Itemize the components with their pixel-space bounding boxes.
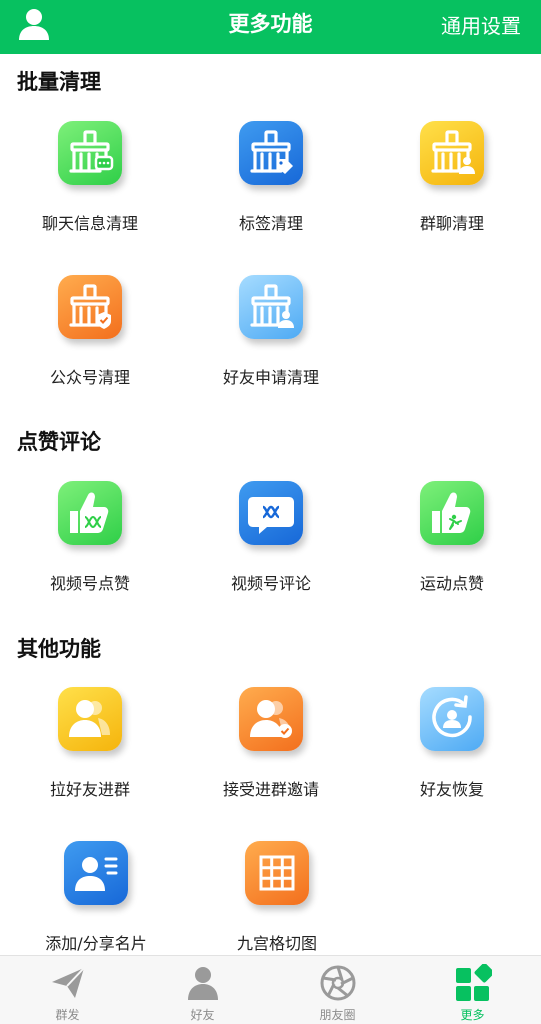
section-title-like-comment: 点赞评论	[17, 430, 101, 454]
broom-tag-icon	[239, 121, 303, 185]
tile-group-clean[interactable]: 群聊清理	[362, 121, 541, 261]
tile-label: 添加/分享名片	[45, 934, 147, 953]
broom-chat-icon	[58, 121, 122, 185]
more-grid-icon	[454, 962, 495, 1002]
nine-grid-icon	[245, 841, 309, 905]
broom-group-icon	[420, 121, 484, 185]
broom-official-account-icon	[58, 275, 122, 339]
tile-chat-clean[interactable]: 聊天信息清理	[0, 121, 180, 261]
tile-label: 聊天信息清理	[41, 214, 138, 233]
tile-channels-comment[interactable]: 视频号评论	[181, 481, 361, 621]
tile-label: 群聊清理	[419, 214, 484, 233]
tile-label: 拉好友进群	[49, 780, 130, 799]
accept-group-invite-icon	[239, 687, 303, 751]
tab-label: 好友	[190, 1008, 215, 1022]
tile-friend-restore[interactable]: 好友恢复	[362, 687, 541, 827]
section-title-other: 其他功能	[17, 637, 101, 661]
bottom-tab-bar: 群发 好友 朋友圈 更多	[0, 955, 541, 1024]
add-friends-to-group-icon	[58, 687, 122, 751]
tab-label: 更多	[460, 1008, 485, 1022]
section-title-batch-clean: 批量清理	[17, 70, 101, 94]
tab-label: 群发	[55, 1008, 80, 1022]
paper-plane-icon	[49, 964, 87, 1002]
person-icon	[184, 964, 222, 1002]
tab-broadcast[interactable]: 群发	[0, 956, 135, 1024]
tab-moments[interactable]: 朋友圈	[270, 956, 405, 1024]
tile-tag-clean[interactable]: 标签清理	[181, 121, 361, 261]
friend-restore-icon	[420, 687, 484, 751]
tile-label: 九宫格切图	[236, 934, 317, 953]
tile-label: 公众号清理	[49, 368, 130, 387]
thumbs-up-sport-icon	[420, 481, 484, 545]
tile-channels-like[interactable]: 视频号点赞	[0, 481, 180, 621]
tile-accept-group-invite[interactable]: 接受进群邀请	[181, 687, 361, 827]
broom-friend-request-icon	[239, 275, 303, 339]
tile-label: 运动点赞	[419, 574, 484, 593]
tile-label: 视频号点赞	[49, 574, 130, 593]
general-settings-button[interactable]: 通用设置	[441, 10, 521, 39]
comment-bubble-icon	[239, 481, 303, 545]
user-avatar-icon[interactable]	[16, 6, 52, 42]
contact-card-icon	[64, 841, 128, 905]
tile-official-account-clean[interactable]: 公众号清理	[0, 275, 180, 415]
top-bar: 更多功能 通用设置	[0, 0, 541, 54]
tab-label: 朋友圈	[319, 1008, 356, 1022]
tab-more[interactable]: 更多	[405, 956, 540, 1024]
tile-label: 视频号评论	[230, 574, 311, 593]
tile-friend-request-clean[interactable]: 好友申请清理	[181, 275, 361, 415]
tab-friends[interactable]: 好友	[135, 956, 270, 1024]
tile-label: 好友恢复	[419, 780, 484, 799]
aperture-icon	[319, 964, 357, 1002]
tile-label: 标签清理	[238, 214, 303, 233]
tile-label: 好友申请清理	[222, 368, 319, 387]
thumbs-up-channels-icon	[58, 481, 122, 545]
tile-label: 接受进群邀请	[222, 780, 319, 799]
tile-add-friends-to-group[interactable]: 拉好友进群	[0, 687, 180, 827]
tile-sport-like[interactable]: 运动点赞	[362, 481, 541, 621]
